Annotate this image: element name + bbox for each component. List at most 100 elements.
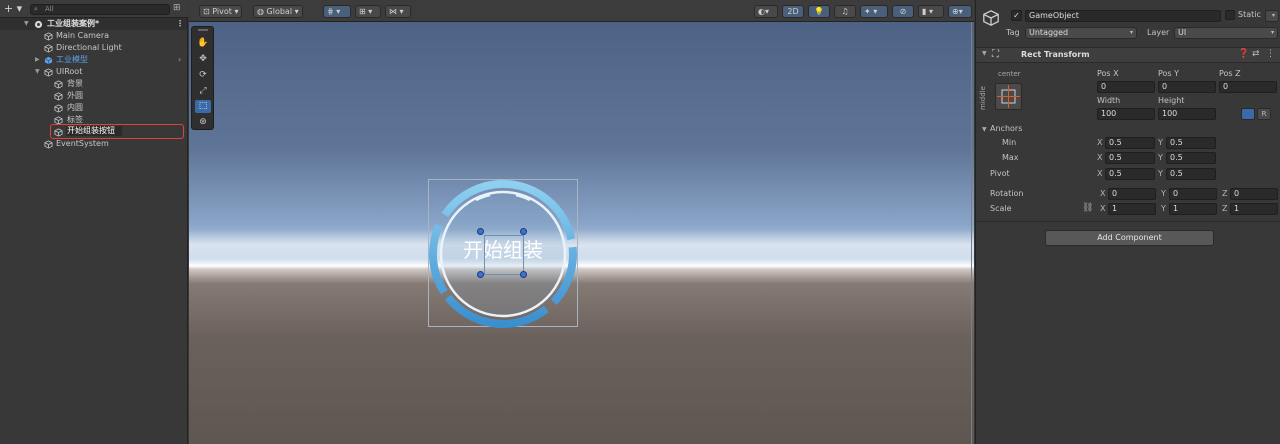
search-placeholder: All: [45, 5, 54, 13]
scale-tool-icon[interactable]: ⤢: [195, 85, 211, 98]
scale-y-input[interactable]: 1: [1169, 203, 1217, 215]
expand-arrow-icon[interactable]: ▼: [24, 18, 29, 30]
gameobject-cube-icon: [44, 68, 53, 77]
shading-mode-dropdown[interactable]: ◐▾: [754, 5, 778, 18]
layer-dropdown[interactable]: UI ▾: [1174, 27, 1278, 39]
more-options-icon[interactable]: ⋮: [176, 18, 184, 30]
hierarchy-item-uiroot[interactable]: ▼ UIRoot: [0, 66, 187, 78]
static-checkbox[interactable]: [1225, 10, 1235, 20]
anchor-max-y-input[interactable]: 0.5: [1166, 152, 1216, 164]
rect-handle-top-right[interactable]: [520, 228, 527, 235]
grid-icon: ⋕: [327, 7, 334, 16]
rect-transform-header[interactable]: ▼ ⛶ Rect Transform ❓ ⇄ ⋮: [976, 47, 1280, 63]
hierarchy-item-directional-light[interactable]: Directional Light: [0, 42, 187, 54]
pos-x-input[interactable]: 0: [1097, 81, 1155, 93]
align-dropdown[interactable]: ⋈ ▾: [385, 5, 411, 18]
presets-icon[interactable]: ⇄: [1252, 49, 1260, 59]
gameobject-cube-icon: [44, 44, 53, 53]
collapse-arrow-icon[interactable]: ▶: [35, 54, 40, 66]
gizmos-dropdown[interactable]: ⊕▾: [948, 5, 972, 18]
height-input[interactable]: 100: [1158, 108, 1216, 120]
hierarchy-item-label: UIRoot: [56, 67, 83, 76]
rect-handle-bottom-right[interactable]: [520, 271, 527, 278]
rename-input[interactable]: 开始组装按钮: [66, 126, 122, 136]
gameobject-cube-icon: [54, 104, 63, 113]
width-input[interactable]: 100: [1097, 108, 1155, 120]
scene-view[interactable]: ⊡ Pivot ▾ ◍ Global ▾ ⋕ ▾ ⊞ ▾ ⋈ ▾ ◐▾ 2D 💡…: [189, 0, 974, 444]
axis-x-label: X: [1097, 153, 1103, 162]
blueprint-mode-toggle[interactable]: [1241, 108, 1255, 120]
transform-tool-icon[interactable]: ⊛: [195, 116, 211, 129]
expand-arrow-icon[interactable]: ▼: [982, 126, 987, 133]
rect-tool-icon[interactable]: ⬚: [195, 100, 211, 113]
pivot-y-input[interactable]: 0.5: [1166, 168, 1216, 180]
audio-toggle[interactable]: ♫: [834, 5, 856, 18]
add-component-button[interactable]: Add Component: [1045, 230, 1214, 246]
hierarchy-item-background[interactable]: 背景: [0, 78, 187, 90]
hierarchy-item-label: 内圆: [67, 103, 83, 112]
lightbulb-icon: 💡: [814, 7, 824, 16]
tag-dropdown[interactable]: Untagged ▾: [1025, 27, 1137, 39]
snap-icon: ⊞: [359, 7, 366, 16]
move-tool-icon[interactable]: ✥: [195, 53, 211, 66]
chevron-down-icon: ▾: [1129, 29, 1133, 36]
search-options-icon[interactable]: ⊞: [173, 3, 183, 14]
anchor-center-icon: [997, 85, 1020, 108]
hand-tool-icon[interactable]: ✋: [195, 37, 211, 50]
axis-z-label: Z: [1222, 204, 1228, 213]
anchor-min-y-input[interactable]: 0.5: [1166, 137, 1216, 149]
pos-y-input[interactable]: 0: [1158, 81, 1216, 93]
hierarchy-item-label: EventSystem: [56, 139, 109, 148]
constrain-proportions-icon[interactable]: ⛓: [1082, 203, 1093, 213]
static-dropdown[interactable]: ▾: [1265, 10, 1279, 22]
pos-z-input[interactable]: 0: [1219, 81, 1277, 93]
rotation-z-input[interactable]: 0: [1230, 188, 1278, 200]
visibility-toggle[interactable]: ⊘: [892, 5, 914, 18]
pivot-x-input[interactable]: 0.5: [1105, 168, 1155, 180]
pos-z-label: Pos Z: [1219, 69, 1241, 78]
hierarchy-item-event-system[interactable]: EventSystem: [0, 138, 187, 150]
add-object-button[interactable]: + ▾: [2, 3, 24, 15]
collapse-arrow-icon[interactable]: ▼: [982, 50, 987, 57]
rotation-y-input[interactable]: 0: [1169, 188, 1217, 200]
rect-handle-bottom-left[interactable]: [477, 271, 484, 278]
hierarchy-item-outer-circle[interactable]: 外圆: [0, 90, 187, 102]
object-name-input[interactable]: GameObject: [1025, 10, 1221, 22]
anchor-presets-button[interactable]: [995, 83, 1022, 110]
camera-dropdown[interactable]: ▮ ▾: [918, 5, 944, 18]
axis-y-label: Y: [1158, 138, 1163, 147]
pos-y-label: Pos Y: [1158, 69, 1180, 78]
hierarchy-item-inner-circle[interactable]: 内圆: [0, 102, 187, 114]
rect-handle-top-left[interactable]: [477, 228, 484, 235]
lighting-toggle[interactable]: 💡: [808, 5, 830, 18]
snap-increment-dropdown[interactable]: ⊞ ▾: [355, 5, 381, 18]
search-icon: ⌕: [34, 5, 38, 13]
hierarchy-item-industrial-model[interactable]: ▶ 工业模型 ›: [0, 54, 187, 66]
hierarchy-item-scene[interactable]: ▼ 工业组装案例* ⋮: [0, 18, 187, 30]
raw-edit-toggle[interactable]: R: [1257, 108, 1271, 120]
drag-handle[interactable]: [198, 29, 208, 31]
hierarchy-item-label: 工业组装案例*: [47, 19, 100, 28]
rotate-tool-icon[interactable]: ⟳: [195, 69, 211, 82]
hierarchy-search-input[interactable]: ⌕ All: [30, 4, 170, 15]
expand-arrow-icon[interactable]: ▼: [35, 66, 40, 78]
help-icon[interactable]: ❓: [1238, 49, 1249, 59]
effects-dropdown[interactable]: ✦ ▾: [860, 5, 888, 18]
scene-toolbar: ⊡ Pivot ▾ ◍ Global ▾ ⋕ ▾ ⊞ ▾ ⋈ ▾ ◐▾ 2D 💡…: [189, 0, 974, 22]
pivot-dropdown[interactable]: ⊡ Pivot ▾: [199, 5, 243, 18]
active-checkbox[interactable]: ✓: [1011, 10, 1022, 21]
more-options-icon[interactable]: ⋮: [1266, 49, 1275, 59]
hierarchy-item-main-camera[interactable]: Main Camera: [0, 30, 187, 42]
anchor-max-x-input[interactable]: 0.5: [1105, 152, 1155, 164]
layer-label: Layer: [1147, 28, 1170, 37]
chevron-down-icon: ▾: [234, 7, 239, 16]
scale-x-input[interactable]: 1: [1108, 203, 1156, 215]
rotation-x-input[interactable]: 0: [1108, 188, 1156, 200]
rotation-label: Rotation: [990, 189, 1024, 198]
grid-snap-dropdown[interactable]: ⋕ ▾: [323, 5, 351, 18]
chevron-right-icon[interactable]: ›: [178, 54, 181, 66]
scale-z-input[interactable]: 1: [1230, 203, 1278, 215]
anchor-min-x-input[interactable]: 0.5: [1105, 137, 1155, 149]
global-dropdown[interactable]: ◍ Global ▾: [253, 5, 303, 18]
2d-mode-toggle[interactable]: 2D: [782, 5, 804, 18]
